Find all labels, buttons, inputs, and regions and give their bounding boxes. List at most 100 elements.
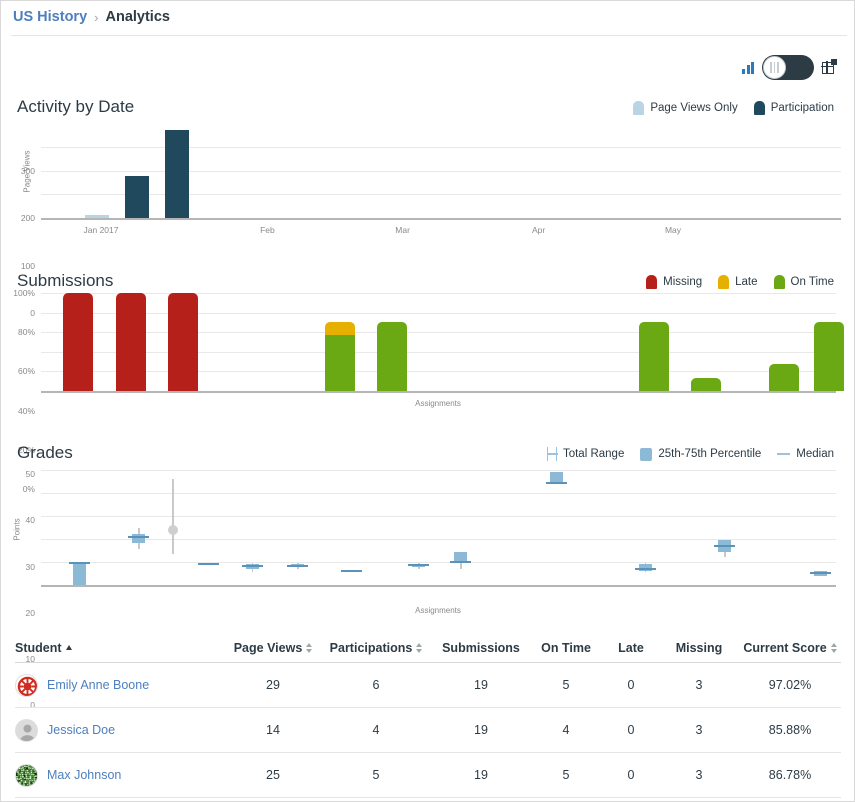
table-header-row: Student Page Views Participations Submis… (15, 633, 841, 663)
cell-page-views: 25 (227, 768, 319, 782)
student-cell: Max Johnson (15, 764, 227, 787)
breadcrumb-separator-icon: › (94, 10, 98, 25)
x-axis-line (41, 391, 836, 393)
legend-item-participation[interactable]: Participation (754, 101, 834, 115)
cell-page-views: 29 (227, 678, 319, 692)
legend-label-late: Late (735, 276, 757, 288)
table-row: Emily Anne Boone2961950397.02% (15, 663, 841, 708)
red-pattern-avatar (15, 674, 38, 697)
submission-bar-ontime[interactable] (691, 378, 721, 391)
submission-bar-missing[interactable] (63, 293, 93, 391)
column-header-missing[interactable]: Missing (659, 641, 739, 655)
column-label-participations: Participations (330, 641, 413, 655)
submission-bar-missing[interactable] (116, 293, 146, 391)
cell-missing: 3 (659, 768, 739, 782)
cell-late: 0 (603, 768, 659, 782)
breadcrumb: US History › Analytics (13, 9, 170, 25)
grades-panel: Grades Total Range 25th-75th Percentile … (1, 443, 855, 613)
boxplot-median-line (714, 545, 735, 547)
legend-item-page-views-only[interactable]: Page Views Only (633, 101, 737, 115)
x-tick-label: Mar (395, 225, 410, 235)
y-tick-label: 50 (26, 469, 35, 479)
legend-item-total-range[interactable]: Total Range (547, 447, 624, 461)
y-tick-label: 40 (26, 515, 35, 525)
gridline: 80% (41, 313, 836, 314)
column-header-page-views[interactable]: Page Views (227, 641, 319, 655)
submission-bar-missing[interactable] (168, 293, 198, 391)
legend-item-median[interactable]: Median (777, 448, 834, 460)
cell-participations: 6 (319, 678, 433, 692)
boxplot-box[interactable] (73, 562, 86, 585)
gridline: 40% (41, 352, 836, 353)
cell-late: 0 (603, 723, 659, 737)
activity-bar[interactable] (125, 176, 149, 218)
grades-chart-title: Grades (17, 443, 73, 463)
student-name-link[interactable]: Emily Anne Boone (47, 678, 149, 692)
y-tick-label: 60% (18, 366, 35, 376)
y-tick-label: 30 (26, 562, 35, 572)
submission-bar-ontime[interactable] (814, 322, 844, 391)
table-row: Max Johnson2551950386.78% (15, 753, 841, 798)
cell-current-score: 97.02% (739, 678, 841, 692)
submission-bar-ontime[interactable] (769, 364, 799, 391)
boxplot-outlier-dot[interactable] (168, 525, 178, 535)
chart-table-toggle[interactable] (762, 55, 814, 80)
cell-submissions: 19 (433, 768, 529, 782)
legend-item-missing[interactable]: Missing (646, 275, 702, 289)
grades-plot-area[interactable]: 01020304050 (41, 465, 836, 585)
column-header-participations[interactable]: Participations (319, 641, 433, 655)
column-header-student[interactable]: Student (15, 641, 227, 655)
submission-bar-ontime[interactable] (377, 322, 407, 391)
cell-participations: 4 (319, 723, 433, 737)
legend-label-missing: Missing (663, 276, 702, 288)
submission-bar-late[interactable] (325, 322, 355, 335)
boxplot-median-line (810, 572, 831, 574)
submissions-x-axis-label: Assignments (415, 399, 461, 408)
x-tick-label: May (665, 225, 681, 235)
student-name-link[interactable]: Max Johnson (47, 768, 121, 782)
gridline: 100% (41, 293, 836, 294)
table-body: Emily Anne Boone2961950397.02%Jessica Do… (15, 663, 841, 798)
bar-chart-icon[interactable] (742, 62, 754, 74)
legend-label-participation: Participation (771, 102, 834, 114)
boxplot-whisker (172, 479, 174, 554)
activity-bar[interactable] (85, 215, 109, 218)
legend-item-on-time[interactable]: On Time (774, 275, 834, 289)
y-tick-label: 80% (18, 327, 35, 337)
column-label-page-views: Page Views (234, 641, 303, 655)
default-person-avatar (15, 719, 38, 742)
column-header-current-score[interactable]: Current Score (739, 641, 841, 655)
submissions-plot-area[interactable]: 0%20%40%60%80%100% (41, 293, 836, 391)
cell-missing: 3 (659, 723, 739, 737)
legend-swatch-page-views-only (633, 101, 644, 115)
submission-bar-ontime[interactable] (639, 322, 669, 391)
column-header-late[interactable]: Late (603, 641, 659, 655)
y-tick-label: 20 (26, 608, 35, 618)
student-name-link[interactable]: Jessica Doe (47, 723, 115, 737)
analytics-page: US History › Analytics Activity by Date … (0, 0, 855, 802)
cell-page-views: 14 (227, 723, 319, 737)
gridline: 300 (41, 147, 841, 148)
boxplot-median-line (198, 563, 219, 565)
x-tick-label: Jan 2017 (84, 225, 119, 235)
student-cell-wrap: Max Johnson (15, 764, 227, 787)
legend-item-percentile[interactable]: 25th-75th Percentile (640, 448, 761, 461)
x-tick-label: Feb (260, 225, 275, 235)
legend-item-late[interactable]: Late (718, 275, 757, 289)
column-header-on-time[interactable]: On Time (529, 641, 603, 655)
column-label-student: Student (15, 641, 62, 655)
cell-on-time: 4 (529, 723, 603, 737)
gridline: 100 (41, 194, 841, 195)
activity-plot-area[interactable]: 0100200300Jan 2017FebMarAprMay (41, 123, 841, 218)
legend-swatch-percentile (640, 448, 652, 461)
breadcrumb-course-link[interactable]: US History (13, 9, 87, 25)
gridline: 50 (41, 470, 836, 471)
gridline: 20% (41, 371, 836, 372)
activity-bar[interactable] (165, 130, 189, 218)
submission-bar-ontime[interactable] (325, 335, 355, 391)
column-header-submissions[interactable]: Submissions (433, 641, 529, 655)
legend-swatch-on-time (774, 275, 785, 289)
boxplot-median-line (450, 561, 471, 563)
grid-table-icon[interactable] (822, 61, 836, 75)
legend-swatch-missing (646, 275, 657, 289)
